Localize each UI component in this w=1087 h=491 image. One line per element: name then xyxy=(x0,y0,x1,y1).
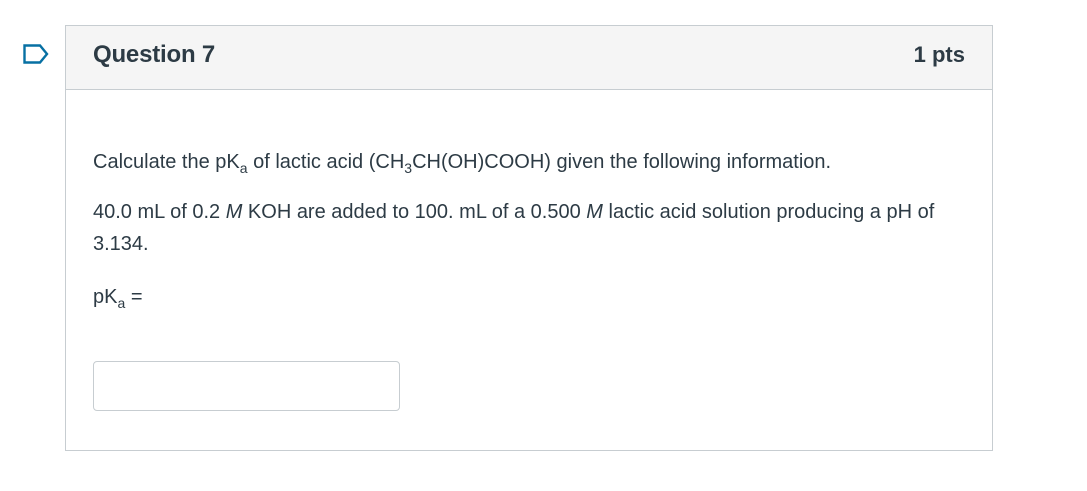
answer-label: pKa = xyxy=(93,286,143,311)
question-title: Question 7 xyxy=(93,41,216,68)
question-text-line-2: 40.0 mL of 0.2 M KOH are added to 100. m… xyxy=(93,201,935,255)
question-card: Question 7 1 pts Calculate the pKa of la… xyxy=(65,25,993,451)
question-points: 1 pts xyxy=(913,42,965,67)
question-text-line-1: Calculate the pKa of lactic acid (CH3CH(… xyxy=(93,151,832,176)
question-header: Question 7 1 pts xyxy=(66,26,992,90)
answer-input[interactable] xyxy=(93,361,400,411)
bookmark-flag-icon[interactable] xyxy=(23,44,49,64)
